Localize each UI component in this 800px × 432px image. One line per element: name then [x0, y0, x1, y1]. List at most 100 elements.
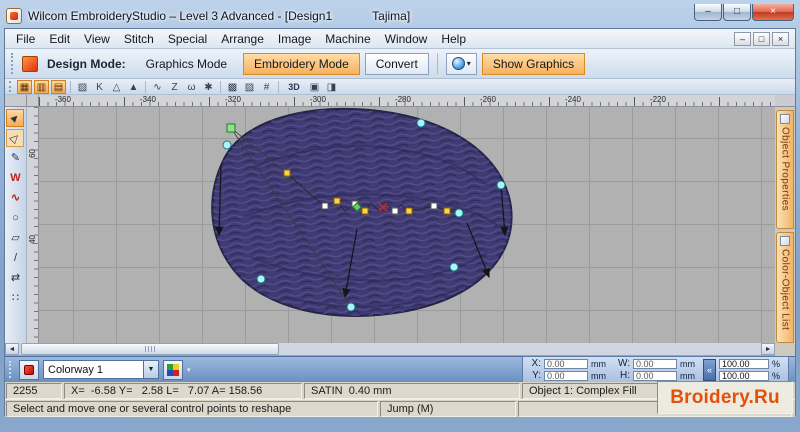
client-area: File Edit View Stitch Special Arrange Im… — [4, 28, 796, 416]
node-handle[interactable] — [497, 181, 505, 189]
colorway-select[interactable]: Colorway 1 ▼ — [43, 360, 159, 379]
graphics-mode-button[interactable]: Graphics Mode — [135, 53, 238, 75]
view-3d-button[interactable]: 3D — [283, 80, 305, 94]
menu-view[interactable]: View — [77, 30, 117, 48]
tab-object-properties[interactable]: Object Properties — [776, 110, 794, 229]
node-handle[interactable] — [223, 141, 231, 149]
stemstitch-icon[interactable]: ω — [184, 80, 199, 94]
star-fill-icon[interactable]: ✱ — [201, 80, 216, 94]
palette-button[interactable] — [163, 360, 183, 380]
applique-icon[interactable]: ▲ — [126, 80, 141, 94]
menu-machine[interactable]: Machine — [318, 30, 377, 48]
scale-y-input[interactable] — [719, 371, 769, 381]
ruler-tick-label: 40 — [28, 235, 37, 244]
toolbar-drag-handle[interactable] — [11, 53, 15, 73]
tab-color-object-list[interactable]: Color-Object List — [776, 232, 794, 343]
contour-icon[interactable]: K — [92, 80, 107, 94]
grid-icon[interactable]: ▨ — [242, 80, 257, 94]
close-button[interactable]: × — [752, 4, 794, 21]
menu-arrange[interactable]: Arrange — [214, 30, 271, 48]
start-node-handle[interactable] — [227, 124, 235, 132]
mdi-close-button[interactable]: × — [772, 32, 789, 46]
control-point[interactable] — [406, 208, 412, 214]
h-input[interactable] — [633, 371, 677, 381]
menu-file[interactable]: File — [9, 30, 42, 48]
dropdown-arrow-icon[interactable]: ▼ — [143, 361, 158, 378]
mesh-icon[interactable]: ▩ — [225, 80, 240, 94]
h-label: H: — [614, 370, 630, 381]
complex-fill-tool[interactable]: ▱ — [6, 229, 24, 247]
toolbar-drag-handle[interactable] — [9, 361, 13, 379]
lettering-tool[interactable]: W — [6, 169, 24, 187]
maximize-button[interactable]: □ — [723, 4, 751, 21]
satin-stitch-icon[interactable]: ▥ — [34, 80, 49, 94]
fill-stitch-icon[interactable]: ▦ — [17, 80, 32, 94]
node-handle[interactable] — [417, 119, 425, 127]
node-handle[interactable] — [347, 303, 355, 311]
ruler-tick-label: -300 — [310, 95, 326, 104]
block-fill-icon[interactable]: ▣ — [307, 80, 322, 94]
control-point[interactable] — [431, 203, 437, 209]
reshape-tool[interactable]: ▷ — [6, 129, 24, 147]
control-point[interactable] — [392, 208, 398, 214]
ellipse-tool[interactable]: ○ — [6, 209, 24, 227]
zigzag-stitch-icon[interactable]: Z — [167, 80, 182, 94]
transform-panel: X: mm W: mm « % Y: mm H: mm % — [522, 356, 789, 383]
half-fill-icon[interactable]: ◨ — [324, 80, 339, 94]
pattern-fill-icon[interactable]: ▧ — [75, 80, 90, 94]
run-stitch-tool[interactable]: ∿ — [6, 189, 24, 207]
scrollbar-row: ◄ ► — [5, 343, 795, 356]
scroll-right-button[interactable]: ► — [761, 343, 775, 355]
document-name: Tajima] — [372, 9, 410, 23]
x-input[interactable] — [544, 359, 588, 369]
node-handle[interactable] — [455, 209, 463, 217]
title-bar[interactable]: Wilcom EmbroideryStudio – Level 3 Advanc… — [4, 4, 796, 28]
mdi-minimize-button[interactable]: – — [734, 32, 751, 46]
y-unit: mm — [591, 371, 611, 381]
scroll-left-button[interactable]: ◄ — [5, 343, 19, 355]
scrollbar-track[interactable] — [19, 343, 761, 355]
control-point[interactable] — [444, 208, 450, 214]
tatami-stitch-icon[interactable]: ▤ — [51, 80, 66, 94]
hash-fill-icon[interactable]: # — [259, 80, 274, 94]
hoop-button[interactable]: ▾ — [446, 53, 477, 75]
penetration-tool[interactable]: ∷ — [6, 289, 24, 307]
digitize-tool[interactable]: ✎ — [6, 149, 24, 167]
embroidery-mode-button[interactable]: Embroidery Mode — [243, 53, 360, 75]
menu-image[interactable]: Image — [271, 30, 318, 48]
line-tool[interactable]: / — [6, 249, 24, 267]
menu-stitch[interactable]: Stitch — [117, 30, 161, 48]
design-canvas[interactable] — [39, 107, 775, 343]
show-graphics-button[interactable]: Show Graphics — [482, 53, 585, 75]
toolbar-drag-handle[interactable] — [9, 81, 13, 92]
menu-help[interactable]: Help — [434, 30, 473, 48]
minimize-button[interactable]: – — [694, 4, 722, 21]
convert-button[interactable]: Convert — [365, 53, 429, 75]
wave-stitch-icon[interactable]: ∿ — [150, 80, 165, 94]
x-label: X: — [527, 358, 541, 369]
control-point[interactable] — [284, 170, 290, 176]
scrollbar-thumb[interactable] — [21, 343, 279, 355]
control-point[interactable] — [362, 208, 368, 214]
y-input[interactable] — [544, 371, 588, 381]
menu-special[interactable]: Special — [161, 30, 214, 48]
mdi-restore-button[interactable]: □ — [753, 32, 770, 46]
horizontal-scrollbar[interactable]: ◄ ► — [5, 343, 775, 356]
w-input[interactable] — [633, 359, 677, 369]
expand-chevrons-button[interactable]: « — [703, 359, 716, 381]
menu-window[interactable]: Window — [378, 30, 435, 48]
node-handle[interactable] — [257, 275, 265, 283]
mirror-tool[interactable]: ⇄ — [6, 269, 24, 287]
control-point[interactable] — [334, 198, 340, 204]
x-unit: mm — [591, 359, 611, 369]
motif-icon[interactable]: △ — [109, 80, 124, 94]
palette-dropdown-arrow[interactable]: ▾ — [187, 366, 191, 374]
vertical-ruler[interactable]: 60 40 — [27, 107, 39, 343]
menu-edit[interactable]: Edit — [42, 30, 77, 48]
horizontal-ruler[interactable]: -360 -340 -320 -300 -280 -260 -240 -220 — [39, 95, 775, 107]
scale-x-input[interactable] — [719, 359, 769, 369]
node-handle[interactable] — [450, 263, 458, 271]
select-tool[interactable]: ► — [6, 109, 24, 127]
stop-color-button[interactable] — [19, 360, 39, 380]
control-point[interactable] — [322, 203, 328, 209]
